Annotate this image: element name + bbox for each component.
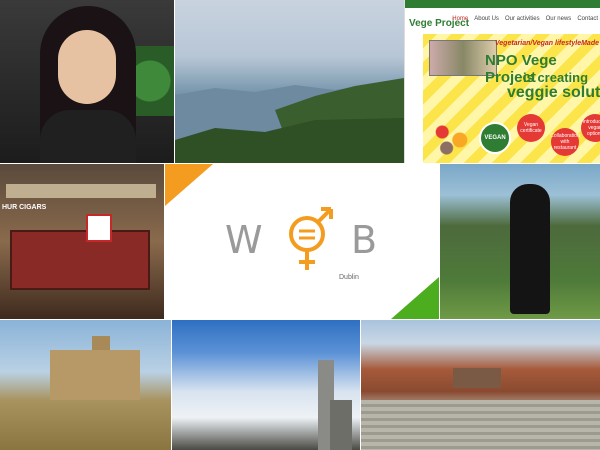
portrait-photo: [0, 0, 174, 163]
amphitheatre-photo: [361, 320, 600, 450]
monument-slab: [330, 400, 352, 450]
nav-about[interactable]: About Us: [474, 16, 499, 22]
coast-photo: [175, 0, 404, 163]
shop-sign: HUR CIGARS: [2, 204, 47, 211]
nav-news[interactable]: Our news: [546, 16, 572, 22]
banner-subtitle: is creating: [523, 70, 589, 85]
stage: [453, 368, 501, 388]
ruin-building: [50, 350, 140, 400]
tram-roof: [6, 184, 156, 198]
website-top-bar: [405, 0, 600, 8]
website-nav: Home About Us Our activities Our news Co…: [452, 16, 598, 22]
nav-activities[interactable]: Our activities: [505, 16, 540, 22]
body: [40, 110, 136, 163]
no-boarding-sign: [86, 214, 112, 242]
coast-landscape: [175, 78, 404, 163]
food-illustration: [429, 116, 473, 156]
vegan-seal: VEGAN: [479, 122, 511, 154]
ruins-photo: [0, 320, 171, 450]
badge-options: Introducing vegan options: [581, 114, 600, 142]
logo-letter-b: B: [351, 218, 378, 262]
logo-subtitle: Dublin: [339, 274, 359, 281]
vege-banner: Vegetarian/Vegan lifestyleMade NPO Vege …: [423, 34, 600, 163]
face: [58, 30, 116, 104]
seating-rows: [361, 400, 600, 450]
person-silhouette: [510, 184, 550, 314]
tram-museum-photo: HUR CIGARS: [0, 164, 164, 319]
gender-equality-icon: [289, 207, 333, 270]
banner-slogan: veggie solut: [507, 84, 600, 101]
logo-letter-w: W: [225, 218, 265, 262]
tram-car: [10, 230, 150, 290]
green-corner: [391, 277, 439, 319]
nav-home[interactable]: Home: [452, 16, 468, 22]
banner-tagline: Vegetarian/Vegan lifestyleMade: [494, 40, 599, 47]
badge-restaurant: Collaboration with restaurant: [550, 128, 580, 156]
badge-certificate: Vegan certificate: [517, 114, 545, 142]
photo-collage: Vege Project Home About Us Our activitie…: [0, 0, 600, 450]
vege-project-website: Vege Project Home About Us Our activitie…: [404, 0, 600, 163]
wb-logo-tile: W B Dublin: [165, 164, 439, 319]
nav-contact[interactable]: Contact: [577, 16, 598, 22]
orange-corner: [165, 164, 213, 206]
sky-monument-photo: [172, 320, 360, 450]
garden-photo: [440, 164, 600, 319]
